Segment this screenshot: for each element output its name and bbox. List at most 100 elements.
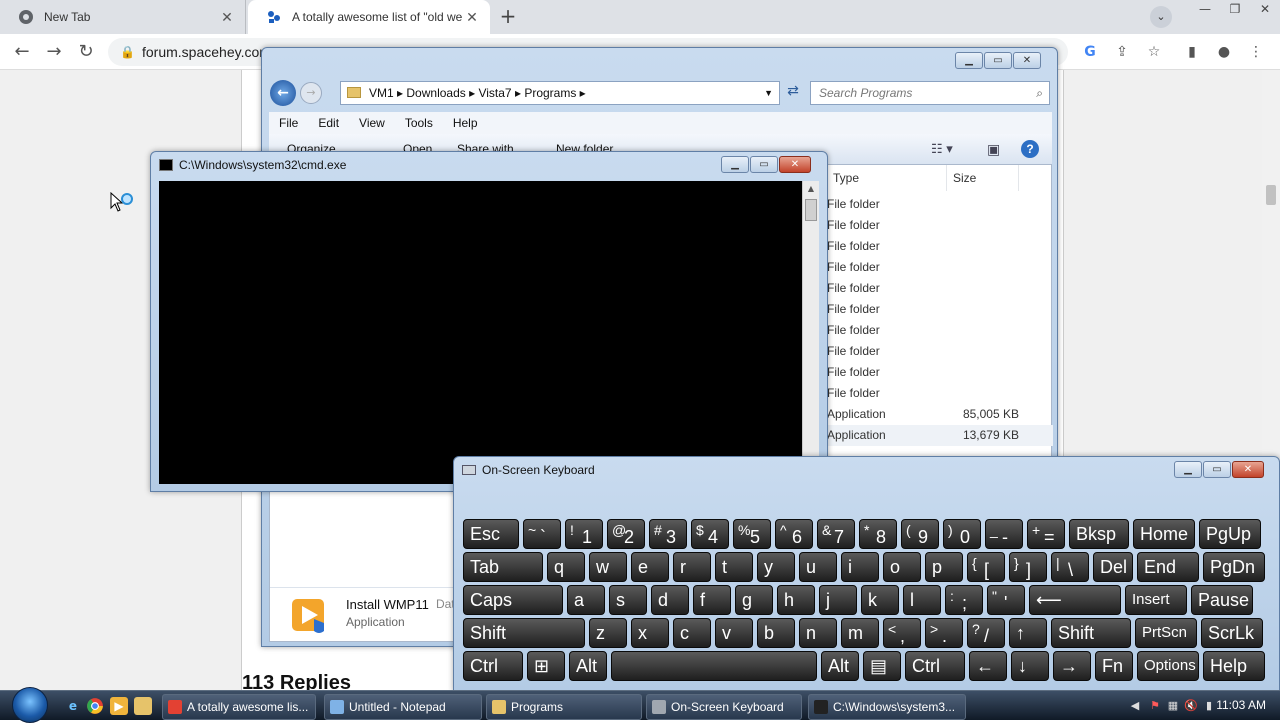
menu-file[interactable]: File [269, 112, 308, 134]
osk-key[interactable]: n [799, 618, 837, 648]
osk-key[interactable]: Alt [569, 651, 607, 681]
osk-key[interactable]: Tab [463, 552, 543, 582]
media-player-icon[interactable]: ▶ [110, 697, 128, 715]
osk-key[interactable]: r [673, 552, 711, 582]
cmd-console-area[interactable] [159, 181, 802, 484]
search-icon[interactable]: ⌕ [1036, 82, 1043, 104]
minimize-icon[interactable]: ▁ [955, 52, 983, 69]
osk-key[interactable]: :; [945, 585, 983, 615]
taskbar-button[interactable]: A totally awesome lis... [162, 694, 316, 720]
osk-key[interactable]: h [777, 585, 815, 615]
osk-key[interactable]: Ctrl [463, 651, 523, 681]
column-size[interactable]: Size [947, 165, 1019, 191]
close-tab-icon[interactable]: ✕ [219, 9, 235, 26]
osk-key[interactable]: ▤ [863, 651, 901, 681]
menu-view[interactable]: View [349, 112, 395, 134]
osk-key[interactable]: Options [1137, 651, 1199, 681]
tab-search-icon[interactable]: ⌄ [1150, 6, 1172, 28]
osk-key[interactable]: → [1053, 651, 1091, 681]
osk-key[interactable]: ⊞ [527, 651, 565, 681]
clock[interactable]: 11:03 AM [1216, 698, 1266, 712]
osk-key[interactable]: >. [925, 618, 963, 648]
osk-key[interactable]: f [693, 585, 731, 615]
osk-key[interactable]: g [735, 585, 773, 615]
update-icon[interactable]: ▮ [1202, 699, 1216, 713]
osk-key[interactable]: #3 [649, 519, 687, 549]
osk-key[interactable]: Bksp [1069, 519, 1129, 549]
osk-key[interactable] [611, 651, 817, 681]
osk-key[interactable]: Help [1203, 651, 1265, 681]
close-icon[interactable]: ✕ [1232, 461, 1264, 478]
folder-icon[interactable] [134, 697, 152, 715]
osk-key[interactable]: + = [1027, 519, 1065, 549]
close-icon[interactable]: ✕ [1250, 0, 1280, 18]
chrome-icon[interactable] [86, 697, 104, 715]
osk-key[interactable]: o [883, 552, 921, 582]
osk-key[interactable]: b [757, 618, 795, 648]
share-icon[interactable]: ⇪ [1112, 42, 1132, 62]
maximize-icon[interactable]: ▭ [1203, 461, 1231, 478]
back-arrow-icon[interactable]: ← [270, 80, 296, 106]
taskbar-button[interactable]: On-Screen Keyboard [646, 694, 802, 720]
osk-key[interactable]: x [631, 618, 669, 648]
osk-key[interactable]: k [861, 585, 899, 615]
osk-key[interactable]: c [673, 618, 711, 648]
osk-key[interactable]: & 7 [817, 519, 855, 549]
close-icon[interactable]: ✕ [779, 156, 811, 173]
osk-key[interactable]: ↑ [1009, 618, 1047, 648]
forward-icon[interactable]: → [42, 40, 66, 64]
osk-key[interactable]: % 5 [733, 519, 771, 549]
osk-key[interactable]: Esc [463, 519, 519, 549]
osk-key[interactable]: Caps [463, 585, 563, 615]
osk-key[interactable]: ! 1 [565, 519, 603, 549]
bookmark-star-icon[interactable]: ☆ [1144, 42, 1164, 62]
minimize-icon[interactable]: ▁ [1174, 461, 1202, 478]
ie-icon[interactable]: e [64, 697, 82, 715]
osk-key[interactable]: ↓ [1011, 651, 1049, 681]
osk-key[interactable]: i [841, 552, 879, 582]
osk-key[interactable]: Pause [1191, 585, 1253, 615]
osk-key[interactable]: Shift [1051, 618, 1131, 648]
flag-icon[interactable]: ⚑ [1148, 699, 1162, 713]
google-lens-icon[interactable]: G [1080, 42, 1100, 62]
preview-pane-icon[interactable]: ▣ [987, 134, 1000, 164]
osk-key[interactable]: s [609, 585, 647, 615]
osk-key[interactable]: d [651, 585, 689, 615]
scrollbar-thumb[interactable] [805, 199, 817, 221]
menu-icon[interactable]: ⋮ [1246, 42, 1266, 62]
cmd-scrollbar[interactable]: ▲ [802, 181, 819, 484]
volume-muted-icon[interactable]: 🔇 [1184, 699, 1198, 713]
start-button[interactable] [6, 687, 48, 723]
osk-key[interactable]: ? / [967, 618, 1005, 648]
osk-key[interactable]: ) 0 [943, 519, 981, 549]
osk-key[interactable]: q [547, 552, 585, 582]
breadcrumb-item[interactable]: VM1 [369, 86, 394, 100]
tab-forum-thread[interactable]: A totally awesome list of "old we ✕ [248, 0, 490, 34]
osk-key[interactable]: ⟵ [1029, 585, 1121, 615]
minimize-icon[interactable]: — [1190, 0, 1220, 18]
maximize-icon[interactable]: ▭ [750, 156, 778, 173]
breadcrumb-item[interactable]: Vista7 [478, 86, 511, 100]
cmd-title-bar[interactable]: C:\Windows\system32\cmd.exe [159, 158, 346, 172]
osk-key[interactable]: w [589, 552, 627, 582]
osk-key[interactable]: p [925, 552, 963, 582]
osk-title-bar[interactable]: On-Screen Keyboard [462, 463, 595, 477]
osk-key[interactable]: y [757, 552, 795, 582]
osk-key[interactable]: * 8 [859, 519, 897, 549]
help-icon[interactable]: ? [1021, 140, 1039, 158]
tray-expand-icon[interactable]: ◀ [1128, 699, 1142, 713]
osk-key[interactable]: Fn [1095, 651, 1133, 681]
menu-edit[interactable]: Edit [308, 112, 349, 134]
osk-key[interactable]: (9 [901, 519, 939, 549]
explorer-address-bar[interactable]: VM1 ▸ Downloads ▸ Vista7 ▸ Programs ▸ ▼ [340, 81, 780, 105]
breadcrumb-item[interactable]: Programs [524, 86, 576, 100]
osk-key[interactable]: {[ [967, 552, 1005, 582]
network-icon[interactable]: ▦ [1166, 699, 1180, 713]
osk-key[interactable]: m [841, 618, 879, 648]
scrollbar-thumb[interactable] [1266, 185, 1276, 205]
close-icon[interactable]: ✕ [1013, 52, 1041, 69]
osk-key[interactable]: Home [1133, 519, 1195, 549]
osk-key[interactable]: z [589, 618, 627, 648]
osk-key[interactable]: ← [969, 651, 1007, 681]
restore-icon[interactable]: ❐ [1220, 0, 1250, 18]
